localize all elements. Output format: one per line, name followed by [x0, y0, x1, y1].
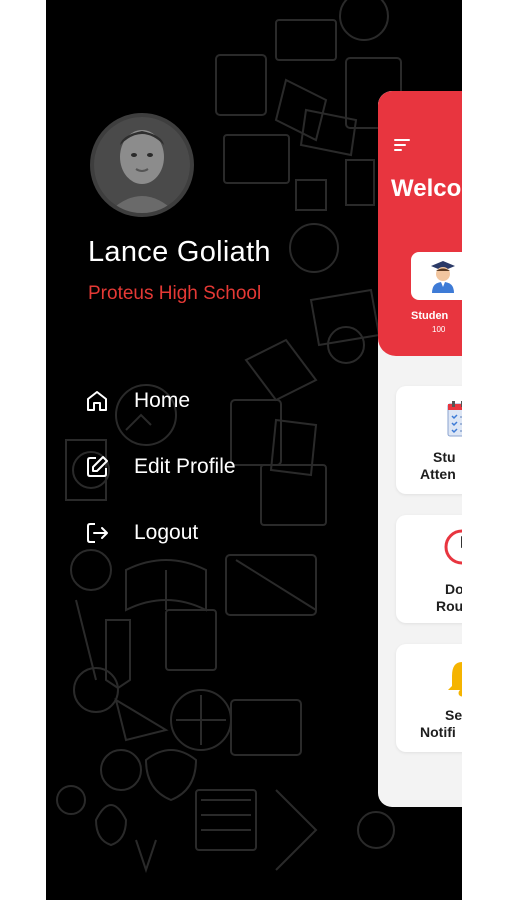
menu-item-edit-profile[interactable]: Edit Profile [84, 447, 236, 487]
hamburger-menu-icon[interactable] [394, 139, 410, 151]
students-stat-card[interactable] [411, 252, 462, 300]
welcome-title: Welco [391, 175, 462, 202]
stat-label: Studen [411, 310, 449, 322]
school-name: Proteus High School [88, 283, 262, 304]
edit-icon [87, 456, 108, 477]
menu-item-label: Logout [134, 521, 199, 544]
menu-item-label: Edit Profile [134, 455, 236, 478]
menu-item-home[interactable]: Home [84, 381, 190, 421]
bell-icon [448, 662, 462, 697]
dashboard-header: Welco Studen 100 [378, 91, 462, 356]
user-name: Lance Goliath [88, 236, 271, 268]
tile-label-line1: Stu [433, 449, 456, 465]
avatar[interactable] [90, 113, 194, 217]
tile-label-line1: Do [445, 581, 462, 597]
home-icon [87, 391, 107, 411]
navigation-drawer: Lance Goliath Proteus High School Home E… [46, 0, 462, 900]
tile-label-line2: Atten [420, 466, 456, 482]
stat-value: 100 [432, 325, 446, 334]
graduate-icon [431, 261, 455, 293]
logout-icon [87, 523, 108, 543]
menu-item-logout[interactable]: Logout [84, 513, 198, 553]
tile-label-line1: Se [445, 707, 462, 723]
tile-label-line2: Notifi [420, 724, 456, 740]
tile-student-attendance[interactable]: Stu Atten [396, 386, 462, 494]
avatar-photo [94, 117, 190, 213]
tile-send-notification[interactable]: Se Notifi [396, 644, 462, 752]
clock-icon [444, 529, 462, 565]
tile-label-line2: Rou [436, 598, 462, 614]
dashboard-preview[interactable]: Welco Studen 100 Stu Atten Do Rou Se Not… [378, 91, 462, 807]
tile-daily-routine[interactable]: Do Rou [396, 515, 462, 623]
menu-item-label: Home [134, 389, 191, 412]
calendar-checklist-icon [447, 401, 462, 437]
